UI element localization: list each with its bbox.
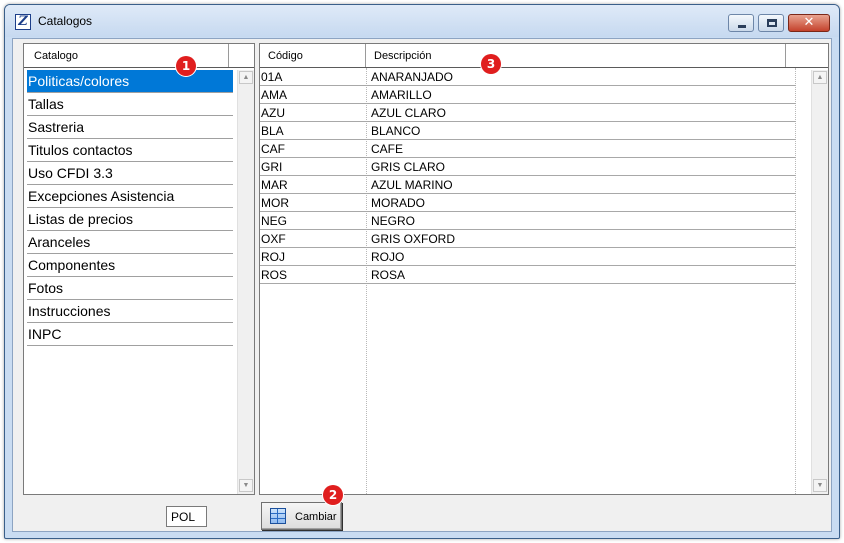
table-row[interactable]: MOR MORADO <box>260 194 796 212</box>
maximize-button[interactable] <box>758 14 784 32</box>
cell-codigo[interactable]: CAF <box>261 142 365 156</box>
maximize-icon <box>767 19 777 27</box>
table-row[interactable]: 01A ANARANJADO <box>260 68 796 86</box>
catalog-list-item[interactable]: Excepciones Asistencia <box>27 185 233 208</box>
catalog-column-header[interactable]: Catalogo <box>24 44 229 67</box>
cell-codigo[interactable]: AMA <box>261 88 365 102</box>
cell-codigo[interactable]: NEG <box>261 214 365 228</box>
catalogos-window: Z Catalogos ✕ Catalogo Politicas/colores… <box>4 4 840 539</box>
table-row[interactable]: CAF CAFE <box>260 140 796 158</box>
close-button[interactable]: ✕ <box>788 14 830 32</box>
grid-edit-icon <box>270 508 286 524</box>
cell-descripcion[interactable]: ANARANJADO <box>371 70 791 84</box>
cell-descripcion[interactable]: CAFE <box>371 142 791 156</box>
grid-rows: 01A ANARANJADO AMA AMARILLO AZU AZUL CLARO BLA… <box>260 68 796 284</box>
callout-marker-3: 3 <box>481 54 501 74</box>
catalog-list-item[interactable]: INPC <box>27 323 233 346</box>
cell-descripcion[interactable]: GRIS CLARO <box>371 160 791 174</box>
cambiar-button-label: Cambiar <box>295 511 337 523</box>
catalog-list-item[interactable]: Uso CFDI 3.3 <box>27 162 233 185</box>
cell-codigo[interactable]: ROS <box>261 268 365 282</box>
catalog-list-item[interactable]: Listas de precios <box>27 208 233 231</box>
client-area: Catalogo Politicas/colores Tallas Sastreri… <box>12 38 832 532</box>
catalog-list-item[interactable]: Componentes <box>27 254 233 277</box>
cell-codigo[interactable]: GRI <box>261 160 365 174</box>
catalog-grid: Código Descripción 01A ANARANJADO AMA AMARI… <box>259 43 829 495</box>
grid-scrollbar[interactable]: ▲ ▼ <box>811 70 828 494</box>
table-row[interactable]: MAR AZUL MARINO <box>260 176 796 194</box>
cambiar-button[interactable]: Cambiar <box>261 502 342 530</box>
grid-header-descripcion[interactable]: Descripción <box>366 44 786 67</box>
cell-codigo[interactable]: AZU <box>261 106 365 120</box>
catalog-list-header: Catalogo <box>24 44 254 68</box>
table-row[interactable]: GRI GRIS CLARO <box>260 158 796 176</box>
cell-descripcion[interactable]: AZUL CLARO <box>371 106 791 120</box>
cell-descripcion[interactable]: NEGRO <box>371 214 791 228</box>
catalog-list-item[interactable]: Fotos <box>27 277 233 300</box>
cell-codigo[interactable]: MOR <box>261 196 365 210</box>
cell-codigo[interactable]: MAR <box>261 178 365 192</box>
table-row[interactable]: AMA AMARILLO <box>260 86 796 104</box>
cell-codigo[interactable]: OXF <box>261 232 365 246</box>
cell-descripcion[interactable]: MORADO <box>371 196 791 210</box>
scroll-up-arrow-icon[interactable]: ▲ <box>239 71 253 84</box>
app-z-icon: Z <box>15 14 31 30</box>
scroll-down-arrow-icon[interactable]: ▼ <box>813 479 827 492</box>
cell-codigo[interactable]: BLA <box>261 124 365 138</box>
grid-header-codigo[interactable]: Código <box>260 44 366 67</box>
scroll-down-arrow-icon[interactable]: ▼ <box>239 479 253 492</box>
catalog-list-item[interactable]: Sastreria <box>27 116 233 139</box>
cell-codigo[interactable]: 01A <box>261 70 365 84</box>
catalog-list-panel: Catalogo Politicas/colores Tallas Sastreri… <box>23 43 255 495</box>
table-row[interactable]: OXF GRIS OXFORD <box>260 230 796 248</box>
close-icon: ✕ <box>803 15 815 30</box>
table-row[interactable]: AZU AZUL CLARO <box>260 104 796 122</box>
callout-marker-2: 2 <box>323 485 343 505</box>
table-row[interactable]: ROS ROSA <box>260 266 796 284</box>
catalog-list-item[interactable]: Instrucciones <box>27 300 233 323</box>
callout-marker-1: 1 <box>176 56 196 76</box>
title-bar[interactable]: Z Catalogos ✕ <box>5 5 839 37</box>
grid-header: Código Descripción <box>260 44 828 68</box>
cell-descripcion[interactable]: AMARILLO <box>371 88 791 102</box>
catalog-list-item[interactable]: Politicas/colores <box>27 70 233 93</box>
catalog-list-scrollbar[interactable]: ▲ ▼ <box>237 70 254 494</box>
table-row[interactable]: NEG NEGRO <box>260 212 796 230</box>
minimize-icon <box>738 25 746 28</box>
table-row[interactable]: BLA BLANCO <box>260 122 796 140</box>
cell-descripcion[interactable]: ROJO <box>371 250 791 264</box>
cell-descripcion[interactable]: GRIS OXFORD <box>371 232 791 246</box>
catalog-list: Politicas/colores Tallas Sastreria Titulos … <box>24 70 236 346</box>
minimize-button[interactable] <box>728 14 754 32</box>
window-title: Catalogos <box>38 14 93 28</box>
cell-descripcion[interactable]: ROSA <box>371 268 791 282</box>
catalog-list-item[interactable]: Aranceles <box>27 231 233 254</box>
catalog-list-item[interactable]: Titulos contactos <box>27 139 233 162</box>
table-row[interactable]: ROJ ROJO <box>260 248 796 266</box>
scroll-up-arrow-icon[interactable]: ▲ <box>813 71 827 84</box>
cell-descripcion[interactable]: BLANCO <box>371 124 791 138</box>
cell-codigo[interactable]: ROJ <box>261 250 365 264</box>
catalog-list-item[interactable]: Tallas <box>27 93 233 116</box>
cell-descripcion[interactable]: AZUL MARINO <box>371 178 791 192</box>
catalog-code-field[interactable]: POL <box>166 506 207 527</box>
